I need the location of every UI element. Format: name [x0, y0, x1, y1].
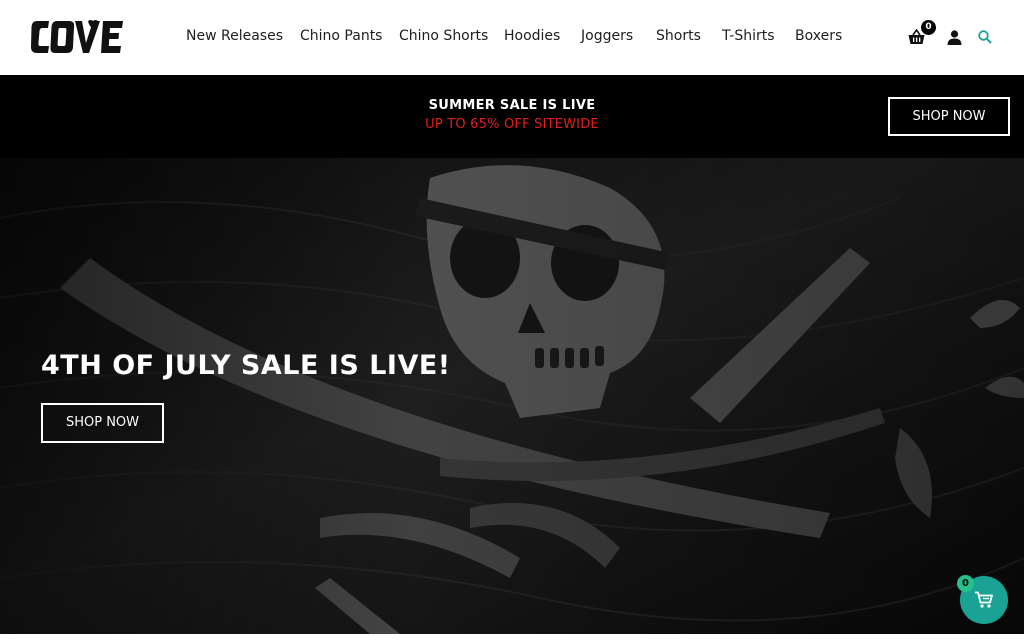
promo-title: SUMMER SALE IS LIVE: [428, 98, 596, 113]
promo-shop-now-button[interactable]: SHOP NOW: [888, 97, 1010, 136]
hero-shop-now-button[interactable]: SHOP NOW: [41, 403, 164, 443]
hero-title: 4TH OF JULY SALE IS LIVE!: [41, 350, 451, 381]
promo-subtitle: UP TO 65% OFF SITEWIDE: [425, 117, 599, 132]
nav-chino-pants[interactable]: Chino Pants: [300, 28, 382, 44]
pirate-flag-image: [0, 158, 1024, 634]
search-icon[interactable]: [978, 30, 992, 44]
cart-count-badge: 0: [921, 20, 936, 35]
nav-new-releases[interactable]: New Releases: [186, 28, 283, 44]
main-nav: New Releases Chino Pants Chino Shorts Ho…: [0, 0, 1024, 75]
nav-joggers[interactable]: Joggers: [581, 28, 633, 44]
nav-shorts[interactable]: Shorts: [656, 28, 701, 44]
page-bottom-edge: [0, 634, 1024, 640]
user-icon[interactable]: [947, 30, 962, 45]
nav-t-shirts[interactable]: T-Shirts: [722, 28, 775, 44]
nav-chino-shorts[interactable]: Chino Shorts: [399, 28, 488, 44]
nav-boxers[interactable]: Boxers: [795, 28, 842, 44]
site-header: New Releases Chino Pants Chino Shorts Ho…: [0, 0, 1024, 75]
cart-icon: [975, 591, 993, 608]
floating-cart-count-badge: 0: [957, 575, 974, 592]
promo-banner: SUMMER SALE IS LIVE UP TO 65% OFF SITEWI…: [0, 75, 1024, 158]
nav-hoodies[interactable]: Hoodies: [504, 28, 560, 44]
hero-banner: 4TH OF JULY SALE IS LIVE! SHOP NOW: [0, 158, 1024, 634]
